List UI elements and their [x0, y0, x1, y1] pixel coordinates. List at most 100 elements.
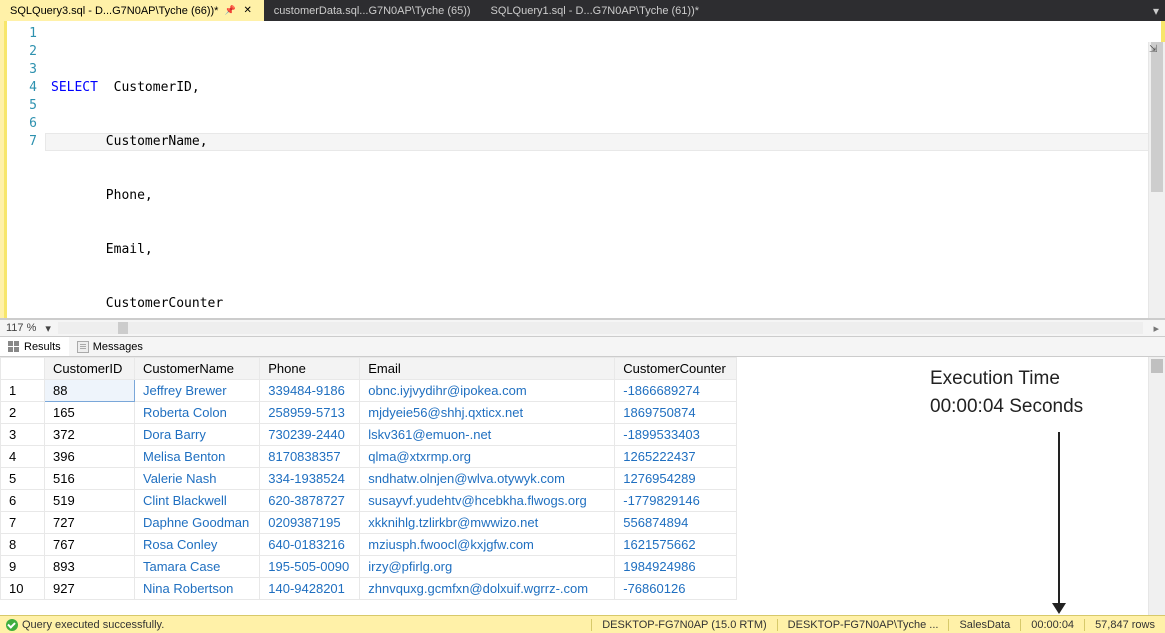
cell[interactable]: 165: [45, 402, 135, 424]
cell[interactable]: 258959-5713: [260, 402, 360, 424]
cell[interactable]: 1869750874: [615, 402, 737, 424]
col-header-phone[interactable]: Phone: [260, 358, 360, 380]
code-editor[interactable]: 1 2 3 4 5 6 7 SELECT CustomerID, Custome…: [0, 21, 1165, 319]
success-icon: [6, 619, 18, 631]
cell[interactable]: Valerie Nash: [135, 468, 260, 490]
annotation-arrowhead-icon: [1052, 603, 1066, 614]
cell[interactable]: 620-3878727: [260, 490, 360, 512]
rownum-cell: 2: [1, 402, 45, 424]
cell[interactable]: 339484-9186: [260, 380, 360, 402]
cell[interactable]: Melisa Benton: [135, 446, 260, 468]
scrollbar-thumb[interactable]: [1151, 359, 1163, 373]
status-row-count: 57,847 rows: [1084, 619, 1165, 631]
cell[interactable]: obnc.iyjvydihr@ipokea.com: [360, 380, 615, 402]
cell[interactable]: qlma@xtxrmp.org: [360, 446, 615, 468]
status-database: SalesData: [948, 619, 1020, 631]
zoom-dropdown[interactable]: ▾: [42, 322, 54, 335]
table-row[interactable]: 3372Dora Barry730239-2440lskv361@emuon-.…: [1, 424, 737, 446]
status-bar: Query executed successfully. DESKTOP-FG7…: [0, 615, 1165, 633]
col-header-email[interactable]: Email: [360, 358, 615, 380]
table-row[interactable]: 9893Tamara Case195-505-0090irzy@pfirlg.o…: [1, 556, 737, 578]
cell[interactable]: 195-505-0090: [260, 556, 360, 578]
status-server: DESKTOP-FG7N0AP (15.0 RTM): [591, 619, 776, 631]
cell[interactable]: 516: [45, 468, 135, 490]
cell[interactable]: 556874894: [615, 512, 737, 534]
scrollbar-thumb[interactable]: [1151, 42, 1163, 192]
cell[interactable]: -76860126: [615, 578, 737, 600]
editor-vertical-scrollbar[interactable]: [1148, 42, 1165, 318]
cell[interactable]: 140-9428201: [260, 578, 360, 600]
cell[interactable]: Tamara Case: [135, 556, 260, 578]
cell[interactable]: Rosa Conley: [135, 534, 260, 556]
scrollbar-thumb[interactable]: [118, 322, 128, 334]
rownum-cell: 10: [1, 578, 45, 600]
cell[interactable]: 767: [45, 534, 135, 556]
cell[interactable]: -1779829146: [615, 490, 737, 512]
table-row[interactable]: 10927Nina Robertson140-9428201zhnvquxg.g…: [1, 578, 737, 600]
cell[interactable]: 927: [45, 578, 135, 600]
cell[interactable]: 8170838357: [260, 446, 360, 468]
table-row[interactable]: 8767Rosa Conley640-0183216mziusph.fwoocl…: [1, 534, 737, 556]
table-row[interactable]: 4396Melisa Benton8170838357qlma@xtxrmp.o…: [1, 446, 737, 468]
rownum-cell: 7: [1, 512, 45, 534]
cell[interactable]: lskv361@emuon-.net: [360, 424, 615, 446]
tab-results[interactable]: Results: [0, 337, 69, 356]
cell[interactable]: 730239-2440: [260, 424, 360, 446]
cell[interactable]: mjdyeie56@shhj.qxticx.net: [360, 402, 615, 424]
cell[interactable]: Clint Blackwell: [135, 490, 260, 512]
cell[interactable]: 0209387195: [260, 512, 360, 534]
cell[interactable]: 334-1938524: [260, 468, 360, 490]
cell[interactable]: -1899533403: [615, 424, 737, 446]
grid-vertical-scrollbar[interactable]: [1148, 357, 1165, 615]
cell[interactable]: susayvf.yudehtv@hcebkha.flwogs.org: [360, 490, 615, 512]
cell[interactable]: Jeffrey Brewer: [135, 380, 260, 402]
cell[interactable]: 519: [45, 490, 135, 512]
table-row[interactable]: 7727Daphne Goodman0209387195xkknihlg.tzl…: [1, 512, 737, 534]
tab-customerdata[interactable]: customerData.sql...G7N0AP\Tyche (65)): [264, 0, 481, 21]
table-row[interactable]: 6519Clint Blackwell620-3878727susayvf.yu…: [1, 490, 737, 512]
cell[interactable]: zhnvquxg.gcmfxn@dolxuif.wgrrz-.com: [360, 578, 615, 600]
cell[interactable]: 1621575662: [615, 534, 737, 556]
split-icon[interactable]: ⇲: [1149, 44, 1163, 58]
col-header-customername[interactable]: CustomerName: [135, 358, 260, 380]
horizontal-scrollbar[interactable]: [58, 322, 1144, 334]
rownum-cell: 4: [1, 446, 45, 468]
cell[interactable]: 1276954289: [615, 468, 737, 490]
tab-sqlquery3[interactable]: SQLQuery3.sql - D...G7N0AP\Tyche (66))* …: [0, 0, 264, 21]
cell[interactable]: xkknihlg.tzlirkbr@mwwizo.net: [360, 512, 615, 534]
cell[interactable]: -1866689274: [615, 380, 737, 402]
cell[interactable]: 640-0183216: [260, 534, 360, 556]
status-user: DESKTOP-FG7N0AP\Tyche ...: [777, 619, 949, 631]
cell[interactable]: Daphne Goodman: [135, 512, 260, 534]
close-icon[interactable]: ✕: [242, 5, 254, 17]
tab-sqlquery1[interactable]: SQLQuery1.sql - D...G7N0AP\Tyche (61))*: [481, 0, 709, 21]
rownum-cell: 5: [1, 468, 45, 490]
cell[interactable]: sndhatw.olnjen@wlva.otywyk.com: [360, 468, 615, 490]
col-header-customerid[interactable]: CustomerID: [45, 358, 135, 380]
cell[interactable]: Nina Robertson: [135, 578, 260, 600]
cell[interactable]: mziusph.fwoocl@kxjgfw.com: [360, 534, 615, 556]
code-area[interactable]: SELECT CustomerID, CustomerName, Phone, …: [45, 21, 1161, 318]
cell[interactable]: 1265222437: [615, 446, 737, 468]
cell[interactable]: 727: [45, 512, 135, 534]
cell[interactable]: Dora Barry: [135, 424, 260, 446]
tab-messages[interactable]: Messages: [69, 337, 151, 356]
cell[interactable]: 88: [45, 380, 135, 402]
rownum-cell: 9: [1, 556, 45, 578]
table-row[interactable]: 188Jeffrey Brewer339484-9186obnc.iyjvydi…: [1, 380, 737, 402]
cell[interactable]: 372: [45, 424, 135, 446]
status-elapsed-time: 00:00:04: [1020, 619, 1084, 631]
scroll-right-icon[interactable]: ▸: [1147, 322, 1165, 335]
table-row[interactable]: 5516Valerie Nash334-1938524sndhatw.olnje…: [1, 468, 737, 490]
cell[interactable]: 893: [45, 556, 135, 578]
editor-tabbar: SQLQuery3.sql - D...G7N0AP\Tyche (66))* …: [0, 0, 1165, 21]
col-header-customercounter[interactable]: CustomerCounter: [615, 358, 737, 380]
cell[interactable]: 1984924986: [615, 556, 737, 578]
line-number-gutter: 1 2 3 4 5 6 7: [7, 21, 45, 318]
tab-overflow-button[interactable]: ▾: [1147, 0, 1165, 21]
table-row[interactable]: 2165Roberta Colon258959-5713mjdyeie56@sh…: [1, 402, 737, 424]
cell[interactable]: irzy@pfirlg.org: [360, 556, 615, 578]
results-tabbar: Results Messages: [0, 337, 1165, 357]
cell[interactable]: 396: [45, 446, 135, 468]
cell[interactable]: Roberta Colon: [135, 402, 260, 424]
